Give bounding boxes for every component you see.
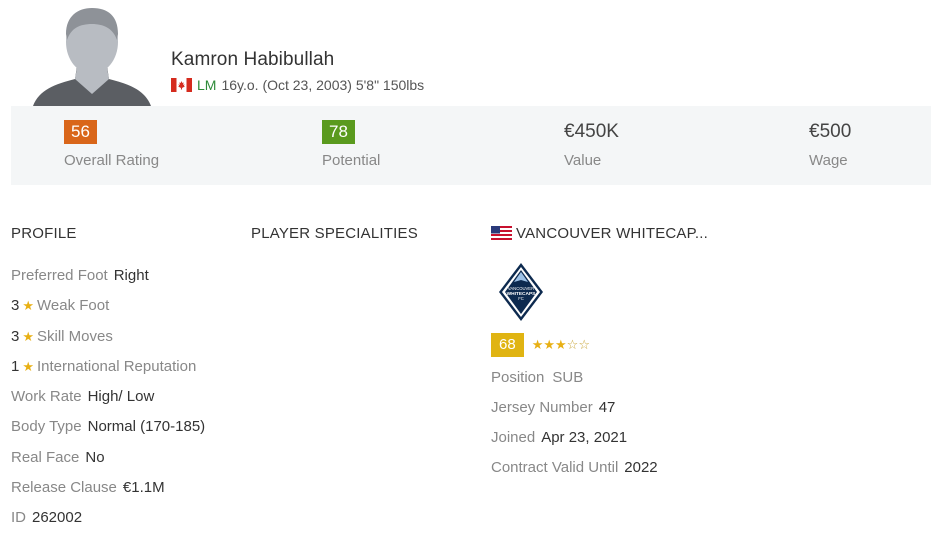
body-type-label: Body Type xyxy=(11,418,82,436)
skill-moves-value: 3 xyxy=(11,327,20,345)
work-rate-label: Work Rate xyxy=(11,388,82,406)
potential-badge: 78 xyxy=(322,120,355,144)
canada-flag-icon xyxy=(171,78,192,92)
intl-rep-value: 1 xyxy=(11,357,20,375)
star-icon: ★ xyxy=(22,358,34,374)
star-icon: ★ xyxy=(22,298,34,314)
overall-rating-label: Overall Rating xyxy=(64,152,160,169)
value-label: Value xyxy=(564,152,602,169)
jersey-number-value: 47 xyxy=(598,399,616,416)
intl-rep-row: 1 ★ International Reputation xyxy=(11,355,241,385)
body-type-row: Body Type Normal (170-185) xyxy=(11,415,241,445)
overall-rating-badge: 56 xyxy=(64,120,97,144)
real-face-value: No xyxy=(85,448,105,466)
intl-rep-label: International Reputation xyxy=(37,357,197,375)
preferred-foot-row: Preferred Foot Right xyxy=(11,264,241,294)
specialities-heading: PLAYER SPECIALITIES xyxy=(251,225,418,242)
id-value: 262002 xyxy=(32,509,83,527)
release-clause-label: Release Clause xyxy=(11,479,117,497)
usa-flag-icon xyxy=(491,226,512,240)
skill-moves-row: 3 ★ Skill Moves xyxy=(11,325,241,355)
club-name[interactable]: VANCOUVER WHITECAP... xyxy=(516,225,708,242)
wage-amount: €500 xyxy=(809,121,852,142)
profile-list: Preferred Foot Right 3 ★ Weak Foot 3 ★ Skill … xyxy=(11,264,241,537)
club-position-label: Position xyxy=(491,369,545,386)
jersey-number-label: Jersey Number xyxy=(491,399,593,416)
stat-potential: 78 Potential xyxy=(322,120,380,169)
stat-wage: €500 Wage xyxy=(809,120,851,169)
release-clause-row: Release Clause €1.1M xyxy=(11,476,241,506)
club-position-row: Position SUB xyxy=(491,366,658,396)
preferred-foot-label: Preferred Foot xyxy=(11,267,108,284)
club-star-rating: ★★★☆☆ xyxy=(532,337,590,353)
id-label: ID xyxy=(11,509,26,527)
jersey-number-row: Jersey Number 47 xyxy=(491,396,658,426)
club-logo[interactable]: VANCOUVER WHITECAPS FC xyxy=(497,261,545,323)
player-avatar xyxy=(33,8,151,106)
wage-label: Wage xyxy=(809,152,848,169)
joined-row: Joined Apr 23, 2021 xyxy=(491,426,658,456)
club-rating: 68 ★★★☆☆ xyxy=(491,333,590,357)
star-icon: ★ xyxy=(543,337,555,352)
profile-heading: PROFILE xyxy=(11,225,77,242)
stat-value: €450K Value xyxy=(564,120,619,169)
weak-foot-row: 3 ★ Weak Foot xyxy=(11,294,241,324)
club-logo-line-3: FC xyxy=(518,296,524,301)
real-face-row: Real Face No xyxy=(11,446,241,476)
club-logo-line-1: VANCOUVER xyxy=(508,286,534,291)
stat-overall: 56 Overall Rating xyxy=(64,120,159,169)
club-rating-badge: 68 xyxy=(491,333,524,357)
club-details-list: Position SUB Jersey Number 47 Joined Apr 23… xyxy=(491,366,658,486)
star-icon: ★ xyxy=(22,328,34,344)
joined-label: Joined xyxy=(491,429,536,446)
club-position-value: SUB xyxy=(552,369,584,386)
preferred-foot-value: Right xyxy=(113,267,149,284)
player-position-link[interactable]: LM xyxy=(197,77,216,93)
potential-label: Potential xyxy=(322,152,381,169)
star-icon: ★ xyxy=(555,337,567,352)
id-row: ID 262002 xyxy=(11,506,241,536)
value-amount: €450K xyxy=(564,121,619,142)
stats-band: 56 Overall Rating 78 Potential €450K Val… xyxy=(11,106,931,185)
work-rate-row: Work Rate High/ Low xyxy=(11,385,241,415)
weak-foot-label: Weak Foot xyxy=(37,297,110,315)
body-type-value: Normal (170-185) xyxy=(87,418,206,436)
player-details: 16y.o. (Oct 23, 2003) 5'8" 150lbs xyxy=(221,77,425,93)
real-face-label: Real Face xyxy=(11,448,80,466)
player-name: Kamron Habibullah xyxy=(171,49,335,70)
club-heading[interactable]: VANCOUVER WHITECAP... xyxy=(491,225,708,242)
work-rate-value: High/ Low xyxy=(87,388,155,406)
joined-value: Apr 23, 2021 xyxy=(541,429,628,446)
skill-moves-label: Skill Moves xyxy=(37,327,113,345)
player-meta: LM 16y.o. (Oct 23, 2003) 5'8" 150lbs xyxy=(171,77,424,93)
contract-row: Contract Valid Until 2022 xyxy=(491,456,658,486)
contract-label: Contract Valid Until xyxy=(491,459,619,476)
release-clause-value: €1.1M xyxy=(122,479,165,497)
weak-foot-value: 3 xyxy=(11,297,20,315)
contract-value: 2022 xyxy=(624,459,658,476)
star-icon: ★ xyxy=(531,337,544,352)
star-outline-icon: ☆ xyxy=(566,337,579,352)
star-outline-icon: ☆ xyxy=(578,337,590,352)
player-header: Kamron Habibullah LM 16y.o. (Oct 23, 200… xyxy=(0,0,943,106)
